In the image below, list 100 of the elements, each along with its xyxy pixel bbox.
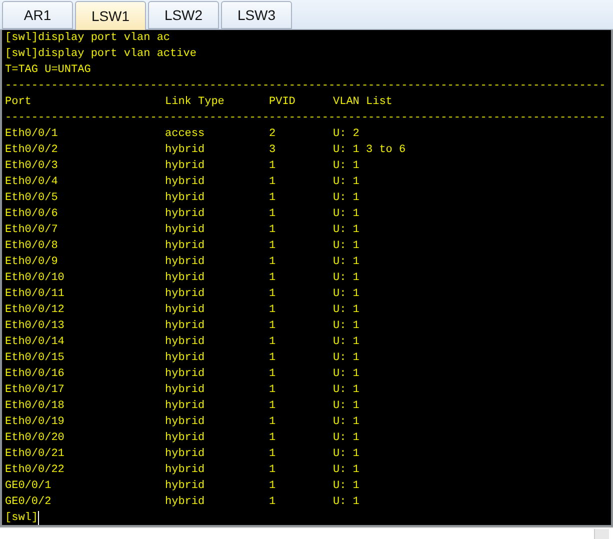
table-cell-text: 1 (269, 447, 276, 462)
table-cell-text: U: 1 (333, 287, 360, 302)
table-cell-text: hybrid (165, 191, 205, 206)
scrollbar[interactable] (594, 529, 609, 539)
table-cell-text: 1 (269, 271, 276, 286)
table-cell-text: 1 (269, 495, 276, 510)
table-cell-text: Eth0/0/14 (5, 335, 64, 350)
device-tab[interactable]: AR1 (2, 1, 73, 29)
table-cell-text: hybrid (165, 431, 205, 446)
text-cursor (38, 510, 40, 525)
table-cell-text: hybrid (165, 239, 205, 254)
table-cell-text: U: 1 (333, 495, 360, 510)
divider-text: ------------------------------------------------------------------------------------------- (5, 79, 606, 94)
table-cell-text: hybrid (165, 399, 205, 414)
column-header: Link Type (165, 95, 224, 110)
table-cell-text: Eth0/0/21 (5, 447, 64, 462)
table-cell-text: Eth0/0/17 (5, 383, 64, 398)
device-tab[interactable]: LSW2 (148, 1, 219, 29)
table-cell-text: 1 (269, 479, 276, 494)
table-cell-text: Eth0/0/12 (5, 303, 64, 318)
table-cell-text: U: 1 (333, 271, 360, 286)
table-cell-text: hybrid (165, 351, 205, 366)
table-cell-text: Eth0/0/3 (5, 159, 58, 174)
table-cell-text: Eth0/0/9 (5, 255, 58, 270)
table-cell-text: hybrid (165, 303, 205, 318)
table-cell-text: U: 1 (333, 303, 360, 318)
table-cell-text: 1 (269, 223, 276, 238)
table-cell-text: Eth0/0/13 (5, 319, 64, 334)
table-cell-text: Eth0/0/4 (5, 175, 58, 190)
table-cell-text: U: 1 (333, 463, 360, 478)
terminal-window[interactable] (0, 30, 613, 527)
table-cell-text: Eth0/0/22 (5, 463, 64, 478)
table-cell-text: Eth0/0/11 (5, 287, 64, 302)
table-cell-text: U: 1 (333, 335, 360, 350)
table-cell-text: 1 (269, 175, 276, 190)
table-cell-text: U: 1 (333, 191, 360, 206)
table-cell-text: U: 1 (333, 207, 360, 222)
table-cell-text: U: 1 (333, 367, 360, 382)
column-header: PVID (269, 95, 296, 110)
table-cell-text: 3 (269, 143, 276, 158)
table-cell-text: Eth0/0/8 (5, 239, 58, 254)
table-cell-text: hybrid (165, 447, 205, 462)
table-cell-text: hybrid (165, 495, 205, 510)
table-cell-text: hybrid (165, 287, 205, 302)
table-cell-text: 1 (269, 383, 276, 398)
table-cell-text: Eth0/0/1 (5, 127, 58, 142)
table-cell-text: access (165, 127, 205, 142)
table-cell-text: U: 1 (333, 415, 360, 430)
table-cell-text: Eth0/0/5 (5, 191, 58, 206)
table-cell-text: hybrid (165, 383, 205, 398)
terminal-line: [swl]display port vlan active (5, 47, 196, 62)
table-cell-text: U: 1 (333, 255, 360, 270)
table-cell-text: hybrid (165, 415, 205, 430)
device-tab[interactable]: LSW3 (221, 1, 292, 29)
device-tab[interactable]: LSW1 (75, 1, 146, 30)
table-cell-text: 1 (269, 399, 276, 414)
table-cell-text: Eth0/0/10 (5, 271, 64, 286)
table-cell-text: U: 1 (333, 447, 360, 462)
table-cell-text: U: 1 3 to 6 (333, 143, 406, 158)
table-cell-text: Eth0/0/19 (5, 415, 64, 430)
terminal-line: [swl]display port vlan ac (5, 31, 170, 46)
table-cell-text: U: 1 (333, 351, 360, 366)
table-cell-text: U: 1 (333, 431, 360, 446)
table-cell-text: 1 (269, 351, 276, 366)
table-cell-text: 1 (269, 255, 276, 270)
table-cell-text: 1 (269, 335, 276, 350)
table-cell-text: U: 1 (333, 239, 360, 254)
table-cell-text: hybrid (165, 143, 205, 158)
table-cell-text: 1 (269, 191, 276, 206)
table-cell-text: Eth0/0/15 (5, 351, 64, 366)
table-cell-text: 1 (269, 239, 276, 254)
terminal-line: T=TAG U=UNTAG (5, 63, 91, 78)
divider-text: ------------------------------------------------------------------------------------------- (5, 111, 606, 126)
column-header: Port (5, 95, 32, 110)
table-cell-text: GE0/0/1 (5, 479, 52, 494)
table-cell-text: Eth0/0/16 (5, 367, 64, 382)
table-cell-text: U: 2 (333, 127, 360, 142)
table-cell-text: Eth0/0/7 (5, 223, 58, 238)
table-cell-text: U: 1 (333, 319, 360, 334)
table-cell-text: 1 (269, 367, 276, 382)
table-cell-text: hybrid (165, 479, 205, 494)
table-cell-text: hybrid (165, 271, 205, 286)
table-cell-text: 2 (269, 127, 276, 142)
table-cell-text: U: 1 (333, 479, 360, 494)
table-cell-text: U: 1 (333, 223, 360, 238)
table-cell-text: Eth0/0/20 (5, 431, 64, 446)
table-cell-text: hybrid (165, 223, 205, 238)
table-cell-text: hybrid (165, 463, 205, 478)
command-prompt: [swl] (5, 511, 38, 525)
table-cell-text: 1 (269, 463, 276, 478)
table-cell-text: 1 (269, 207, 276, 222)
table-cell-text: 1 (269, 159, 276, 174)
table-cell-text: 1 (269, 431, 276, 446)
table-cell-text: GE0/0/2 (5, 495, 52, 510)
table-cell-text: Eth0/0/18 (5, 399, 64, 414)
table-cell-text: 1 (269, 319, 276, 334)
table-cell-text: 1 (269, 415, 276, 430)
table-cell-text: U: 1 (333, 159, 360, 174)
table-cell-text: hybrid (165, 207, 205, 222)
table-cell-text: U: 1 (333, 383, 360, 398)
